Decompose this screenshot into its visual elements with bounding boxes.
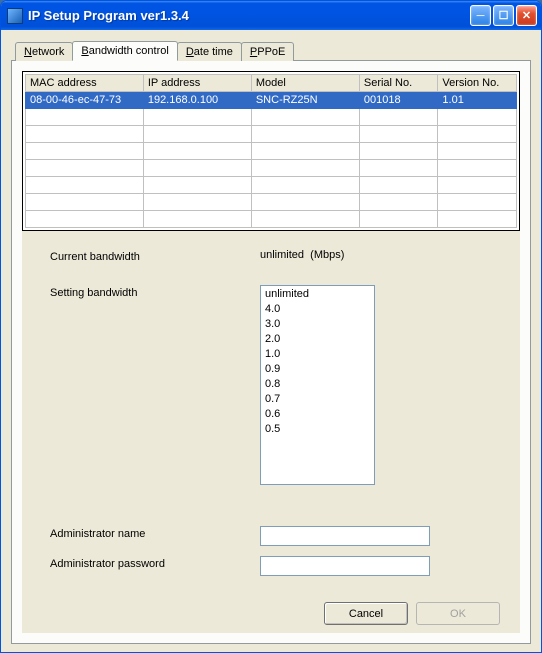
listbox-item[interactable]: 0.5 <box>263 422 372 437</box>
ok-button: OK <box>416 602 500 625</box>
col-ip[interactable]: IP address <box>143 75 251 92</box>
col-mac[interactable]: MAC address <box>26 75 144 92</box>
table-cell <box>359 194 438 211</box>
listbox-item[interactable]: 0.7 <box>263 392 372 407</box>
dialog-buttons: Cancel OK <box>50 602 500 625</box>
table-cell: 08-00-46-ec-47-73 <box>26 92 144 109</box>
listbox-item[interactable]: 2.0 <box>263 332 372 347</box>
table-row[interactable] <box>26 143 517 160</box>
table-cell <box>359 160 438 177</box>
tab-bar: Network Bandwidth control Date time PPPo… <box>15 40 531 60</box>
tab-panel: MAC address IP address Model Serial No. … <box>11 60 531 644</box>
maximize-button[interactable]: ☐ <box>493 5 514 26</box>
table-cell <box>438 211 517 228</box>
admin-password-label: Administrator password <box>50 556 260 570</box>
table-cell <box>251 143 359 160</box>
table-row[interactable] <box>26 126 517 143</box>
app-icon <box>7 8 23 24</box>
tab-network[interactable]: Network <box>15 42 73 61</box>
table-cell <box>438 194 517 211</box>
table-cell: SNC-RZ25N <box>251 92 359 109</box>
listbox-item[interactable]: unlimited <box>263 287 372 302</box>
admin-password-input[interactable] <box>260 556 430 576</box>
col-model[interactable]: Model <box>251 75 359 92</box>
table-cell <box>26 177 144 194</box>
table-cell <box>26 160 144 177</box>
current-bandwidth-label: Current bandwidth <box>50 249 260 263</box>
table-cell <box>359 177 438 194</box>
cancel-button[interactable]: Cancel <box>324 602 408 625</box>
table-cell <box>26 126 144 143</box>
table-cell <box>438 177 517 194</box>
table-cell <box>143 143 251 160</box>
bandwidth-panel: Current bandwidth unlimited (Mbps) Setti… <box>22 231 520 633</box>
col-version[interactable]: Version No. <box>438 75 517 92</box>
maximize-icon: ☐ <box>499 9 509 22</box>
table-cell <box>26 109 144 126</box>
table-cell <box>251 109 359 126</box>
table-row[interactable] <box>26 160 517 177</box>
table-cell <box>438 109 517 126</box>
table-cell <box>143 109 251 126</box>
bandwidth-listbox[interactable]: unlimited4.03.02.01.00.90.80.70.60.5 <box>260 285 375 485</box>
close-icon: ✕ <box>522 9 531 22</box>
table-row[interactable] <box>26 177 517 194</box>
table-cell <box>26 194 144 211</box>
table-cell <box>26 143 144 160</box>
listbox-item[interactable]: 0.8 <box>263 377 372 392</box>
client-area: Network Bandwidth control Date time PPPo… <box>1 30 541 652</box>
table-cell <box>143 177 251 194</box>
close-button[interactable]: ✕ <box>516 5 537 26</box>
titlebar[interactable]: IP Setup Program ver1.3.4 ─ ☐ ✕ <box>1 1 541 30</box>
table-row[interactable] <box>26 211 517 228</box>
col-serial[interactable]: Serial No. <box>359 75 438 92</box>
table-cell <box>251 126 359 143</box>
table-cell <box>438 126 517 143</box>
admin-name-input[interactable] <box>260 526 430 546</box>
table-cell <box>359 126 438 143</box>
listbox-item[interactable]: 3.0 <box>263 317 372 332</box>
table-cell <box>143 194 251 211</box>
app-window: IP Setup Program ver1.3.4 ─ ☐ ✕ Network … <box>0 0 542 653</box>
table-row[interactable] <box>26 194 517 211</box>
admin-name-label: Administrator name <box>50 526 260 540</box>
table-cell: 1.01 <box>438 92 517 109</box>
table-cell <box>143 160 251 177</box>
setting-bandwidth-label: Setting bandwidth <box>50 285 260 299</box>
table-cell: 001018 <box>359 92 438 109</box>
listbox-item[interactable]: 0.6 <box>263 407 372 422</box>
table-cell <box>26 211 144 228</box>
table-cell <box>359 143 438 160</box>
table-header-row: MAC address IP address Model Serial No. … <box>26 75 517 92</box>
tab-pppoe[interactable]: PPPoE <box>241 42 294 61</box>
tab-bandwidth-control[interactable]: Bandwidth control <box>72 41 177 61</box>
table-cell <box>359 211 438 228</box>
device-table[interactable]: MAC address IP address Model Serial No. … <box>25 74 517 228</box>
table-row[interactable] <box>26 109 517 126</box>
window-title: IP Setup Program ver1.3.4 <box>28 8 470 23</box>
table-cell <box>251 211 359 228</box>
listbox-item[interactable]: 1.0 <box>263 347 372 362</box>
tab-date-time[interactable]: Date time <box>177 42 242 61</box>
table-cell <box>143 126 251 143</box>
table-cell <box>438 160 517 177</box>
table-cell: 192.168.0.100 <box>143 92 251 109</box>
current-bandwidth-value: unlimited (Mbps) <box>260 249 500 261</box>
listbox-item[interactable]: 4.0 <box>263 302 372 317</box>
minimize-icon: ─ <box>477 10 485 22</box>
table-cell <box>251 160 359 177</box>
table-row[interactable]: 08-00-46-ec-47-73192.168.0.100SNC-RZ25N0… <box>26 92 517 109</box>
table-cell <box>143 211 251 228</box>
table-cell <box>251 194 359 211</box>
minimize-button[interactable]: ─ <box>470 5 491 26</box>
table-cell <box>251 177 359 194</box>
table-cell <box>438 143 517 160</box>
table-cell <box>359 109 438 126</box>
device-table-wrap: MAC address IP address Model Serial No. … <box>22 71 520 231</box>
listbox-item[interactable]: 0.9 <box>263 362 372 377</box>
